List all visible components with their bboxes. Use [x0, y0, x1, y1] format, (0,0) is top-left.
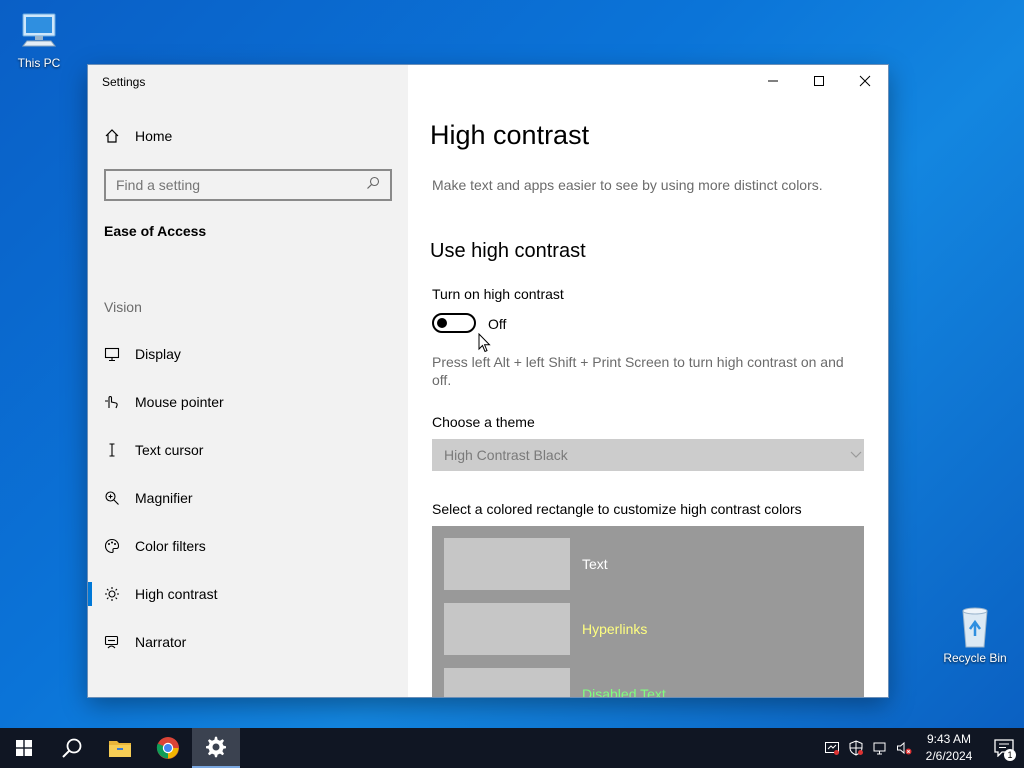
nav-item-label: Color filters — [135, 538, 206, 554]
swatch-label: Text — [582, 556, 608, 572]
action-center-button[interactable]: 1 — [984, 739, 1024, 761]
gear-icon — [206, 736, 226, 758]
notification-count-badge: 1 — [1004, 749, 1016, 761]
volume-muted-icon — [897, 741, 912, 755]
tray-item-network[interactable] — [868, 740, 892, 756]
swatch-row-disabled-text[interactable]: Disabled Text — [444, 668, 666, 697]
toggle-knob — [437, 318, 447, 328]
desktop-icon-this-pc[interactable]: This PC — [1, 10, 77, 70]
nav-item-high-contrast[interactable]: High contrast — [88, 570, 408, 618]
windows-logo-icon — [16, 740, 32, 756]
search-input[interactable] — [116, 177, 346, 193]
maximize-icon — [814, 76, 824, 86]
window-controls — [750, 65, 888, 97]
settings-window: Settings Home Ease of Access Vision Disp… — [88, 65, 888, 697]
home-icon — [104, 128, 120, 144]
color-preview-panel: Text Hyperlinks Disabled Text — [432, 526, 864, 697]
high-contrast-toggle[interactable] — [432, 313, 476, 333]
start-button[interactable] — [0, 728, 48, 768]
text-cursor-icon — [104, 442, 120, 458]
settings-taskbar-button[interactable] — [192, 728, 240, 768]
clock-date: 2/6/2024 — [925, 749, 973, 763]
chrome-icon — [156, 737, 179, 759]
nav-item-label: Narrator — [135, 634, 187, 650]
nav-item-display[interactable]: Display — [88, 330, 408, 378]
swatch-label: Disabled Text — [582, 686, 666, 697]
window-title: Settings — [102, 75, 146, 89]
narrator-icon — [104, 634, 120, 650]
computer-icon — [21, 13, 57, 47]
clock[interactable]: 9:43 AM 2/6/2024 — [920, 731, 978, 765]
main-content: High contrast Make text and apps easier … — [408, 65, 888, 697]
color-filters-icon — [104, 538, 120, 554]
shortcut-hint: Press left Alt + left Shift + Print Scre… — [432, 354, 844, 388]
nav-item-mouse-pointer[interactable]: Mouse pointer — [88, 378, 408, 426]
nav-item-color-filters[interactable]: Color filters — [88, 522, 408, 570]
toggle-state-text: Off — [488, 316, 507, 332]
theme-dropdown-value: High Contrast Black — [444, 447, 568, 463]
minimize-button[interactable] — [750, 65, 796, 97]
theme-label: Choose a theme — [432, 414, 535, 430]
tray-item-people[interactable] — [820, 740, 844, 756]
minimize-icon — [768, 80, 778, 82]
chrome-button[interactable] — [144, 728, 192, 768]
close-button[interactable] — [842, 65, 888, 97]
folder-icon — [109, 741, 131, 757]
page-description: Make text and apps easier to see by usin… — [432, 177, 823, 193]
vision-group-label: Vision — [104, 299, 142, 315]
nav-item-magnifier[interactable]: Magnifier — [88, 474, 408, 522]
use-high-contrast-heading: Use high contrast — [430, 240, 586, 262]
magnifier-icon — [104, 490, 120, 506]
shield-icon — [849, 740, 863, 756]
nav-item-label: High contrast — [135, 586, 218, 602]
network-icon — [873, 742, 886, 755]
search-icon — [62, 738, 82, 758]
navigation-pane: Settings Home Ease of Access Vision Disp… — [88, 65, 408, 697]
close-icon — [859, 75, 871, 87]
theme-dropdown[interactable]: High Contrast Black — [432, 439, 864, 471]
tray-item-volume[interactable] — [892, 740, 916, 756]
high-contrast-icon — [104, 586, 120, 602]
action-center-app-icon — [825, 742, 839, 755]
recycle-bin-label: Recycle Bin — [943, 651, 1007, 665]
this-pc-label: This PC — [17, 56, 61, 70]
mouse-cursor-icon — [478, 333, 491, 353]
display-icon — [104, 346, 120, 362]
nav-item-narrator[interactable]: Narrator — [88, 618, 408, 666]
tray-item-security[interactable] — [844, 740, 868, 756]
section-title: Ease of Access — [104, 223, 207, 239]
maximize-button[interactable] — [796, 65, 842, 97]
mouse-pointer-icon — [104, 394, 120, 410]
swatch-row-hyperlinks[interactable]: Hyperlinks — [444, 603, 647, 655]
toggle-label: Turn on high contrast — [432, 286, 564, 302]
color-swatch[interactable] — [444, 668, 570, 697]
search-box[interactable] — [104, 169, 392, 201]
home-label: Home — [135, 128, 173, 144]
nav-item-label: Magnifier — [135, 490, 193, 506]
page-title: High contrast — [430, 120, 590, 150]
nav-list: Display Mouse pointer Text cursor Magnif… — [88, 330, 408, 666]
nav-item-label: Mouse pointer — [135, 394, 224, 410]
taskbar: 9:43 AM 2/6/2024 1 — [0, 728, 1024, 768]
home-nav-item[interactable]: Home — [104, 128, 172, 144]
desktop-icon-recycle-bin[interactable]: Recycle Bin — [937, 603, 1013, 665]
chevron-down-icon — [850, 448, 862, 462]
taskbar-search-button[interactable] — [48, 728, 96, 768]
recycle-bin-icon — [962, 607, 988, 648]
search-icon — [366, 176, 380, 195]
nav-item-label: Display — [135, 346, 181, 362]
system-tray: 9:43 AM 2/6/2024 1 — [820, 728, 1024, 768]
nav-item-text-cursor[interactable]: Text cursor — [88, 426, 408, 474]
color-swatch[interactable] — [444, 538, 570, 590]
colors-label: Select a colored rectangle to customize … — [432, 501, 802, 517]
nav-item-label: Text cursor — [135, 442, 204, 458]
clock-time: 9:43 AM — [926, 732, 972, 746]
swatch-label: Hyperlinks — [582, 621, 648, 637]
swatch-row-text[interactable]: Text — [444, 538, 608, 590]
file-explorer-button[interactable] — [96, 728, 144, 768]
color-swatch[interactable] — [444, 603, 570, 655]
